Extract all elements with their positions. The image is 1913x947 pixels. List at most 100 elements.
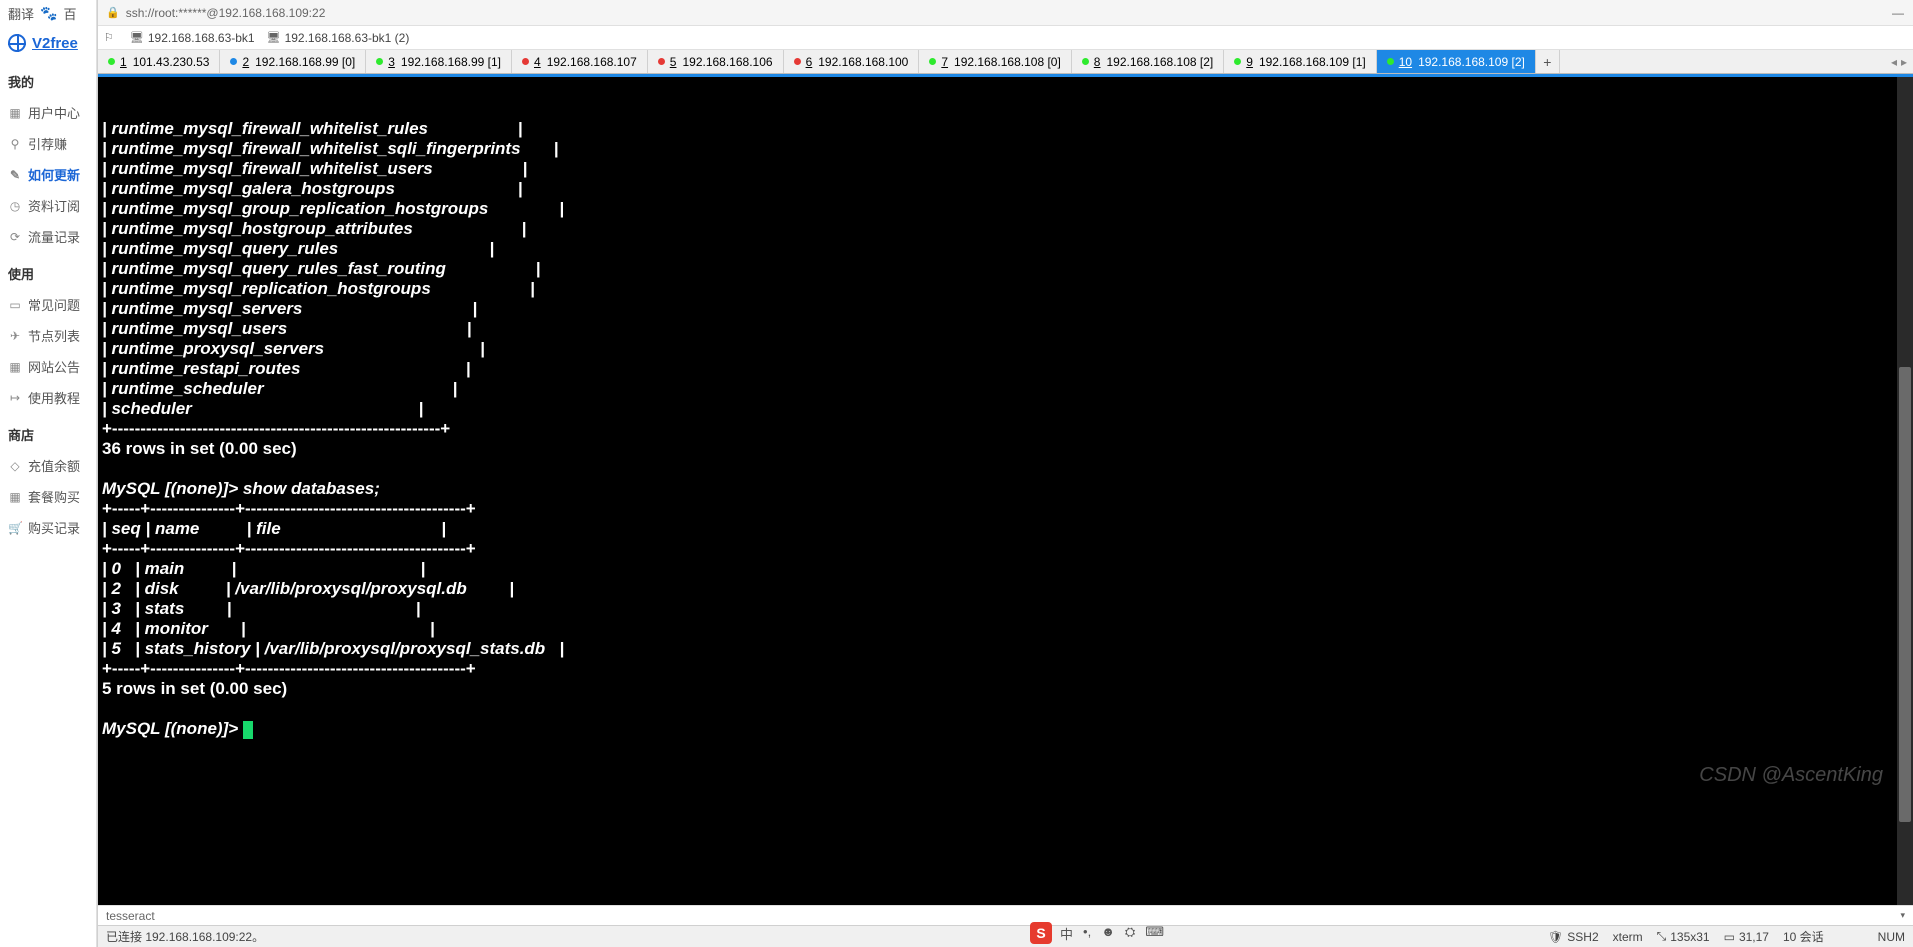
session-tab-10[interactable]: 10 192.168.168.109 [2] <box>1377 50 1536 73</box>
bookmark-label: 192.168.168.63-bk1 <box>148 31 255 45</box>
session-tab-5[interactable]: 5 192.168.168.106 <box>648 50 784 73</box>
status-dot-icon <box>1387 58 1394 65</box>
tab-number: 4 <box>534 55 541 69</box>
bookmark-2[interactable]: 🖥192.168.168.63-bk1 (2) <box>267 31 410 45</box>
tab-number: 3 <box>388 55 395 69</box>
status-dot-icon <box>108 58 115 65</box>
status-dot-icon <box>929 58 936 65</box>
ime-badge-icon[interactable]: S <box>1030 922 1052 944</box>
session-tab-9[interactable]: 9 192.168.168.109 [1] <box>1224 50 1376 73</box>
sidebar-item-shop-2[interactable]: 🛒 购买记录 <box>0 512 96 543</box>
tab-label: 192.168.168.108 [2] <box>1106 55 1213 69</box>
bookmark-bar: ⚐ 🖥 192.168.168.63-bk1 🖥192.168.168.63-bk1 … <box>98 26 1913 50</box>
sidebar-item-use-0[interactable]: ▭常见问题 <box>0 289 96 320</box>
session-tab-8[interactable]: 8 192.168.168.108 [2] <box>1072 50 1224 73</box>
status-bar: 已连接 192.168.168.109:22。 🛡SSH2 xterm ⤡135… <box>98 925 1913 947</box>
minimize-button[interactable]: — <box>1891 6 1905 20</box>
terminal[interactable]: | runtime_mysql_firewall_whitelist_rules… <box>98 77 1913 905</box>
sidebar-item-mine-1[interactable]: ⚲引荐赚 <box>0 128 96 159</box>
ime-item-3[interactable]: ⛭ <box>1125 924 1135 943</box>
sidebar-item-label: 购买记录 <box>28 518 80 537</box>
sidebar-item-use-3[interactable]: ↦使用教程 <box>0 382 96 413</box>
baidu-link[interactable]: 百 <box>63 4 76 23</box>
status-dot-icon <box>376 58 383 65</box>
status-sessions: 10 会话 <box>1783 928 1824 945</box>
terminal-line: | scheduler | <box>102 399 1909 419</box>
sidebar-item-label: 流量记录 <box>28 227 80 246</box>
session-tab-7[interactable]: 7 192.168.168.108 [0] <box>919 50 1071 73</box>
tab-label: 192.168.168.106 <box>682 55 772 69</box>
sidebar-item-label: 充值余额 <box>28 456 80 475</box>
cursor-pos-icon: ▭ <box>1724 930 1735 944</box>
site-logo-text: V2free <box>32 35 78 52</box>
tab-nav-right-icon[interactable]: ▸ <box>1901 55 1907 69</box>
status-cursor: ▭31,17 <box>1724 930 1769 944</box>
terminal-line: | 2 | disk | /var/lib/proxysql/proxysql.… <box>102 579 1909 599</box>
sidebar-item-label: 如何更新 <box>28 165 80 184</box>
command-input[interactable]: tesseract <box>106 909 155 923</box>
ime-item-2[interactable]: ☻ <box>1101 924 1115 943</box>
bookmark-icon: 🖥 <box>130 31 144 44</box>
session-tab-3[interactable]: 3 192.168.168.99 [1] <box>366 50 512 73</box>
sidebar-item-icon: ✈ <box>8 329 22 343</box>
ime-item-1[interactable]: •, <box>1083 924 1091 943</box>
tab-number: 2 <box>242 55 249 69</box>
resize-icon: ⤡ <box>1657 929 1667 944</box>
tab-label: 192.168.168.99 [1] <box>401 55 501 69</box>
status-ssh: 🛡SSH2 <box>1548 930 1599 944</box>
sidebar-item-mine-2[interactable]: ✎如何更新 <box>0 159 96 190</box>
status-size: ⤡135x31 <box>1657 929 1710 944</box>
sidebar-item-icon: ⚲ <box>8 137 22 151</box>
translate-link[interactable]: 翻译 <box>8 4 34 23</box>
sidebar-item-icon: ▦ <box>8 106 22 120</box>
session-tab-4[interactable]: 4 192.168.168.107 <box>512 50 648 73</box>
sidebar-item-mine-4[interactable]: ⟳ 流量记录 <box>0 221 96 252</box>
tab-nav-left-icon[interactable]: ◂ <box>1891 55 1897 69</box>
status-dot-icon <box>794 58 801 65</box>
status-dot-icon <box>230 58 237 65</box>
sidebar-item-icon: ◇ <box>8 459 22 473</box>
sidebar-item-shop-1[interactable]: ▦套餐购买 <box>0 481 96 512</box>
terminal-line: | runtime_mysql_servers | <box>102 299 1909 319</box>
site-logo[interactable]: V2free <box>0 26 96 60</box>
tab-number: 9 <box>1246 55 1253 69</box>
sidebar-item-label: 网站公告 <box>28 357 80 376</box>
input-dropdown-icon[interactable]: ▾ <box>1900 910 1905 921</box>
tab-number: 8 <box>1094 55 1101 69</box>
sidebar-item-mine-0[interactable]: ▦用户中心 <box>0 97 96 128</box>
sidebar-item-icon: ◷ <box>8 199 22 213</box>
terminal-line <box>102 699 1909 719</box>
sidebar-item-mine-3[interactable]: ◷资料订阅 <box>0 190 96 221</box>
tab-number: 7 <box>941 55 948 69</box>
sidebar-item-icon: ⟳ <box>8 230 22 244</box>
baidu-paw-icon[interactable]: 🐾 <box>40 5 57 22</box>
sidebar-item-label: 使用教程 <box>28 388 80 407</box>
session-tab-6[interactable]: 6 192.168.168.100 <box>784 50 920 73</box>
bookmark-0[interactable]: ⚐ <box>104 31 118 44</box>
status-dot-icon <box>1082 58 1089 65</box>
session-tab-2[interactable]: 2 192.168.168.99 [0] <box>220 50 366 73</box>
ime-item-0[interactable]: 中 <box>1060 924 1073 943</box>
lock-icon: 🔒 <box>106 6 120 19</box>
browser-topbar: 翻译 🐾 百 <box>0 0 96 26</box>
sidebar-item-use-1[interactable]: ✈节点列表 <box>0 320 96 351</box>
sidebar-item-shop-0[interactable]: ◇ 充值余额 <box>0 450 96 481</box>
terminal-line: MySQL [(none)]> <box>102 719 1909 739</box>
sidebar-item-icon: 🛒 <box>8 521 22 535</box>
terminal-line: +-----+---------------+-----------------… <box>102 659 1909 679</box>
status-dot-icon <box>658 58 665 65</box>
terminal-line: | 4 | monitor | | <box>102 619 1909 639</box>
session-tab-1[interactable]: 1 101.43.230.53 <box>98 50 220 73</box>
new-tab-button[interactable]: + <box>1536 50 1560 73</box>
bookmark-1[interactable]: 🖥 192.168.168.63-bk1 <box>130 31 255 45</box>
terminal-line: | runtime_mysql_replication_hostgroups | <box>102 279 1909 299</box>
terminal-scrollbar[interactable] <box>1897 77 1913 905</box>
window-title: ssh://root:******@192.168.168.109:22 <box>126 6 326 20</box>
sidebar-item-use-2[interactable]: ▦网站公告 <box>0 351 96 382</box>
terminal-line: +-----+---------------+-----------------… <box>102 499 1909 519</box>
scrollbar-thumb[interactable] <box>1899 367 1911 822</box>
tab-label: 192.168.168.100 <box>818 55 908 69</box>
ime-item-4[interactable]: ⌨ <box>1145 924 1164 943</box>
sidebar-item-icon: ▦ <box>8 490 22 504</box>
tab-label: 192.168.168.108 [0] <box>954 55 1061 69</box>
